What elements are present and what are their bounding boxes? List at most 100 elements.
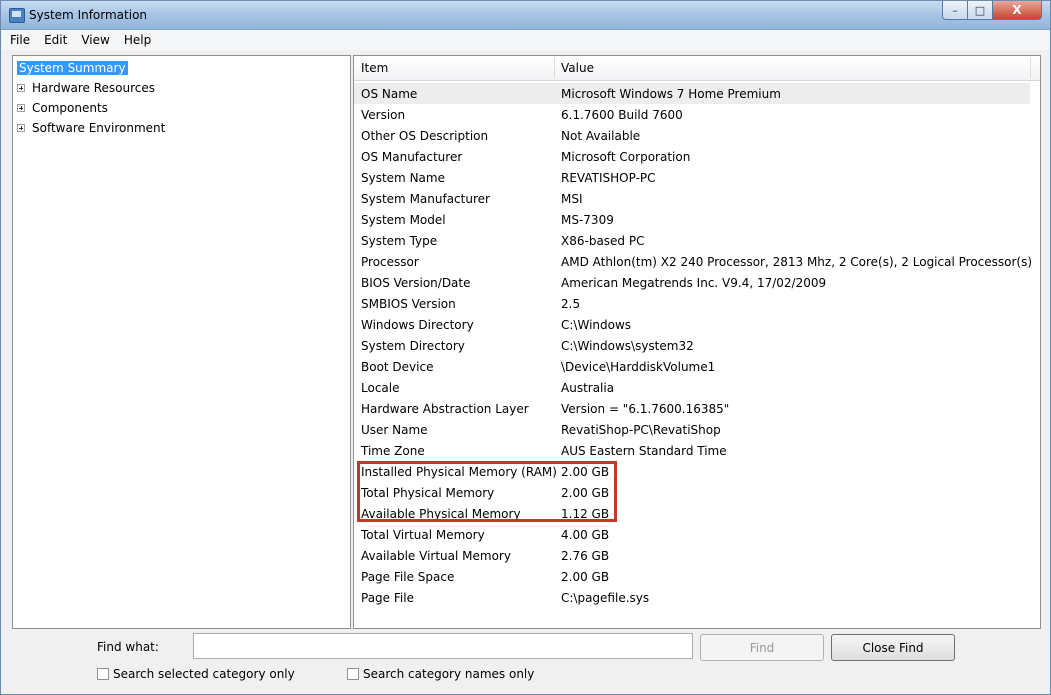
row-item: Other OS Description [361, 129, 489, 143]
table-row[interactable]: Locale Australia [354, 377, 1030, 398]
search-category-names-label: Search category names only [363, 667, 535, 681]
row-item: Total Virtual Memory [361, 528, 485, 542]
details-list[interactable]: Item Value OS Name Microsoft Windows 7 Ho… [353, 55, 1041, 629]
list-header: Item Value [354, 56, 1040, 81]
row-value: Microsoft Windows 7 Home Premium [561, 87, 781, 101]
row-item: System Name [361, 171, 445, 185]
table-row[interactable]: Windows Directory C:\Windows [354, 314, 1030, 335]
row-item: Page File Space [361, 570, 455, 584]
tree-item-hardware-resources[interactable]: Hardware Resources [17, 79, 157, 97]
table-row[interactable]: Page File C:\pagefile.sys [354, 587, 1030, 608]
maximize-button[interactable]: □ [967, 1, 993, 20]
row-item: Page File [361, 591, 414, 605]
row-item: OS Manufacturer [361, 150, 463, 164]
row-item: Windows Directory [361, 318, 474, 332]
search-selected-category-label: Search selected category only [113, 667, 295, 681]
row-item: System Manufacturer [361, 192, 490, 206]
row-value: REVATISHOP-PC [561, 171, 656, 185]
system-information-icon [9, 8, 25, 23]
search-category-names-checkbox[interactable] [347, 668, 359, 680]
menu-view[interactable]: View [73, 33, 115, 47]
row-item: BIOS Version/Date [361, 276, 471, 290]
row-value: 2.5 [561, 297, 581, 311]
search-selected-category-checkbox[interactable] [97, 668, 109, 680]
expand-icon[interactable] [17, 104, 25, 112]
memory-highlight-box [357, 461, 617, 522]
table-row[interactable]: System Manufacturer MSI [354, 188, 1030, 209]
table-row[interactable]: BIOS Version/Date American Megatrends Inc… [354, 272, 1030, 293]
row-value: C:\Windows [561, 318, 632, 332]
row-value: 2.76 GB [561, 549, 610, 563]
search-category-names-option[interactable]: Search category names only [347, 667, 534, 681]
row-value: American Megatrends Inc. V9.4, 17/02/200… [561, 276, 827, 290]
row-value: AUS Eastern Standard Time [561, 444, 727, 458]
close-find-button[interactable]: Close Find [831, 634, 955, 661]
row-item: System Model [361, 213, 446, 227]
table-row[interactable]: System Directory C:\Windows\system32 [354, 335, 1030, 356]
tree-item-system-summary[interactable]: System Summary [17, 59, 128, 77]
expand-icon[interactable] [17, 124, 25, 132]
column-divider[interactable] [1030, 58, 1031, 78]
row-item: Hardware Abstraction Layer [361, 402, 529, 416]
table-row[interactable]: Total Virtual Memory 4.00 GB [354, 524, 1030, 545]
table-row[interactable]: SMBIOS Version 2.5 [354, 293, 1030, 314]
column-divider[interactable] [554, 58, 555, 78]
table-row[interactable]: Boot Device \Device\HarddiskVolume1 [354, 356, 1030, 377]
menu-help[interactable]: Help [116, 33, 157, 47]
title-bar[interactable]: System Information – □ X [1, 1, 1050, 30]
tree-item-label: Components [32, 101, 108, 115]
row-item: User Name [361, 423, 428, 437]
table-row[interactable]: Time Zone AUS Eastern Standard Time [354, 440, 1030, 461]
table-row[interactable]: Other OS Description Not Available [354, 125, 1030, 146]
table-row[interactable]: OS Name Microsoft Windows 7 Home Premium [354, 83, 1030, 104]
row-item: Time Zone [361, 444, 425, 458]
menu-file[interactable]: File [2, 33, 36, 47]
table-row[interactable]: Available Virtual Memory 2.76 GB [354, 545, 1030, 566]
search-selected-category-option[interactable]: Search selected category only [97, 667, 295, 681]
row-value: Microsoft Corporation [561, 150, 691, 164]
column-header-value[interactable]: Value [561, 61, 594, 75]
table-row[interactable]: Version 6.1.7600 Build 7600 [354, 104, 1030, 125]
row-value: AMD Athlon(tm) X2 240 Processor, 2813 Mh… [561, 255, 1033, 269]
row-item: OS Name [361, 87, 418, 101]
system-information-window: System Information – □ X File Edit View … [0, 0, 1051, 695]
expand-icon[interactable] [17, 84, 25, 92]
category-tree[interactable]: System Summary Hardware Resources Compon… [12, 55, 351, 629]
row-value: C:\pagefile.sys [561, 591, 650, 605]
find-button[interactable]: Find [700, 634, 824, 661]
tree-item-label: Software Environment [32, 121, 166, 135]
table-row[interactable]: System Model MS-7309 [354, 209, 1030, 230]
row-value: 6.1.7600 Build 7600 [561, 108, 683, 122]
row-value: X86-based PC [561, 234, 645, 248]
table-row[interactable]: Page File Space 2.00 GB [354, 566, 1030, 587]
close-button[interactable]: X [992, 1, 1042, 20]
column-header-item[interactable]: Item [361, 61, 388, 75]
table-row[interactable]: User Name RevatiShop-PC\RevatiShop [354, 419, 1030, 440]
row-item: Processor [361, 255, 419, 269]
row-item: Version [361, 108, 406, 122]
row-item: System Type [361, 234, 438, 248]
tree-item-components[interactable]: Components [17, 99, 110, 117]
row-item: System Directory [361, 339, 465, 353]
row-value: Not Available [561, 129, 641, 143]
row-value: RevatiShop-PC\RevatiShop [561, 423, 721, 437]
window-title: System Information [29, 8, 148, 22]
row-item: SMBIOS Version [361, 297, 456, 311]
row-value: \Device\HarddiskVolume1 [561, 360, 716, 374]
row-item: Boot Device [361, 360, 434, 374]
table-row[interactable]: System Type X86-based PC [354, 230, 1030, 251]
row-value: 2.00 GB [561, 570, 610, 584]
table-row[interactable]: System Name REVATISHOP-PC [354, 167, 1030, 188]
tree-item-software-environment[interactable]: Software Environment [17, 119, 167, 137]
table-row[interactable]: OS Manufacturer Microsoft Corporation [354, 146, 1030, 167]
table-row[interactable]: Hardware Abstraction Layer Version = "6.1… [354, 398, 1030, 419]
find-what-input[interactable] [193, 633, 693, 659]
table-row[interactable]: Processor AMD Athlon(tm) X2 240 Processor… [354, 251, 1033, 272]
row-value: MS-7309 [561, 213, 614, 227]
menu-edit[interactable]: Edit [36, 33, 73, 47]
tree-item-label: Hardware Resources [32, 81, 156, 95]
row-value: C:\Windows\system32 [561, 339, 694, 353]
row-value: 4.00 GB [561, 528, 610, 542]
minimize-button[interactable]: – [942, 1, 968, 20]
row-item: Locale [361, 381, 400, 395]
